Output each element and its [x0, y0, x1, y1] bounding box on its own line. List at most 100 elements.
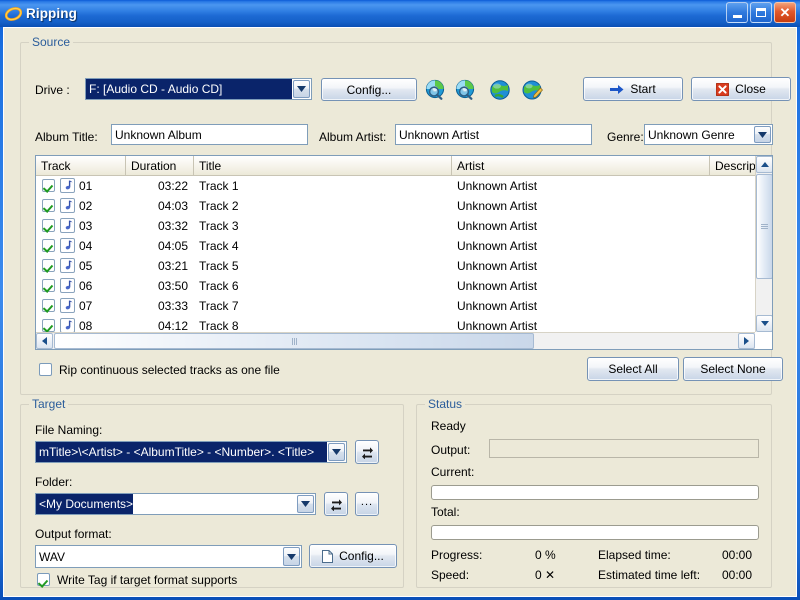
table-row[interactable]: 0303:32Track 3Unknown Artist [36, 216, 772, 236]
scroll-up-button[interactable] [756, 156, 773, 173]
music-note-icon [60, 238, 75, 253]
track-duration: 03:21 [126, 259, 188, 273]
track-list-hscrollbar[interactable] [36, 332, 755, 349]
output-format-combo[interactable]: WAV [35, 545, 302, 568]
minimize-button[interactable] [726, 2, 748, 23]
folder-browse-button[interactable]: ... [355, 492, 379, 516]
close-button[interactable]: Close [691, 77, 791, 101]
track-listview[interactable]: Track Duration Title Artist Descript 01 0… [35, 155, 773, 350]
output-config-label: Config... [339, 549, 384, 563]
rip-continuous-checkbox[interactable] [39, 363, 52, 376]
track-duration: 03:22 [126, 179, 188, 193]
chevron-down-icon [761, 321, 769, 326]
track-checkbox[interactable] [42, 279, 55, 292]
track-number: 02 [79, 199, 92, 213]
source-group-legend: Source [29, 35, 73, 49]
scroll-thumb-vertical[interactable] [756, 174, 773, 279]
track-artist: Unknown Artist [457, 319, 537, 333]
chevron-left-icon [42, 337, 47, 345]
globe-edit-icon[interactable] [522, 79, 544, 101]
column-header-track[interactable]: Track [36, 156, 126, 175]
track-number: 01 [79, 179, 92, 193]
select-all-button[interactable]: Select All [587, 357, 679, 381]
genre-combo-arrow[interactable] [754, 126, 771, 143]
file-naming-label: File Naming: [35, 423, 102, 437]
track-checkbox[interactable] [42, 239, 55, 252]
start-button[interactable]: Start [583, 77, 683, 101]
globe-icon[interactable] [489, 79, 511, 101]
output-config-button[interactable]: Config... [309, 544, 397, 568]
table-row[interactable]: 0503:21Track 5Unknown Artist [36, 256, 772, 276]
file-naming-value: mTitle>\<Artist> - <AlbumTitle> - <Numbe… [36, 442, 327, 462]
scroll-grip-icon [761, 224, 768, 229]
table-row[interactable]: 0603:50Track 6Unknown Artist [36, 276, 772, 296]
scroll-left-button[interactable] [36, 333, 53, 349]
track-checkbox[interactable] [42, 179, 55, 192]
track-title: Track 5 [199, 259, 239, 273]
track-number: 07 [79, 299, 92, 313]
track-title: Track 3 [199, 219, 239, 233]
column-header-description[interactable]: Descript [710, 156, 757, 175]
table-row[interactable]: 0204:03Track 2Unknown Artist [36, 196, 772, 216]
track-title: Track 2 [199, 199, 239, 213]
music-note-icon [60, 298, 75, 313]
column-header-title[interactable]: Title [194, 156, 452, 175]
column-header-artist[interactable]: Artist [452, 156, 710, 175]
select-none-label: Select None [700, 362, 765, 376]
genre-combo[interactable]: Unknown Genre [644, 124, 773, 145]
speed-label: Speed: [431, 568, 469, 582]
music-note-icon [60, 278, 75, 293]
source-group: Source Drive : F: [Audio CD - Audio CD] … [20, 42, 772, 395]
speed-value: 0 ✕ [535, 568, 555, 582]
table-row[interactable]: 0404:05Track 4Unknown Artist [36, 236, 772, 256]
track-duration: 03:32 [126, 219, 188, 233]
column-header-duration[interactable]: Duration [126, 156, 194, 175]
close-window-button[interactable]: ✕ [774, 2, 796, 23]
track-number: 05 [79, 259, 92, 273]
track-checkbox[interactable] [42, 319, 55, 332]
folder-combo-arrow[interactable] [297, 495, 314, 513]
track-checkbox[interactable] [42, 299, 55, 312]
folder-browse-label: ... [361, 496, 373, 508]
close-label: Close [735, 82, 766, 96]
target-group-legend: Target [29, 397, 68, 411]
rip-continuous-label: Rip continuous selected tracks as one fi… [59, 363, 280, 377]
file-naming-combo[interactable]: mTitle>\<Artist> - <AlbumTitle> - <Numbe… [35, 441, 347, 463]
album-artist-input[interactable]: Unknown Artist [395, 124, 592, 145]
scroll-thumb-horizontal[interactable] [54, 333, 534, 349]
track-artist: Unknown Artist [457, 179, 537, 193]
output-format-combo-arrow[interactable] [283, 547, 300, 566]
current-progress-bar [431, 485, 759, 500]
track-duration: 04:05 [126, 239, 188, 253]
file-naming-combo-arrow[interactable] [328, 443, 345, 461]
track-checkbox[interactable] [42, 199, 55, 212]
write-tag-label: Write Tag if target format supports [57, 573, 237, 587]
drive-combo-arrow[interactable] [293, 80, 310, 98]
table-row[interactable]: 0703:33Track 7Unknown Artist [36, 296, 772, 316]
maximize-button[interactable] [750, 2, 772, 23]
folder-swap-button[interactable] [324, 492, 348, 516]
folder-combo[interactable]: <My Documents> [35, 493, 316, 515]
cd-search-alt-icon[interactable] [455, 79, 477, 101]
file-naming-swap-button[interactable] [355, 440, 379, 464]
cd-search-icon[interactable] [425, 79, 447, 101]
track-checkbox[interactable] [42, 259, 55, 272]
select-none-button[interactable]: Select None [683, 357, 783, 381]
drive-config-label: Config... [347, 83, 392, 97]
arrow-right-icon [610, 84, 624, 95]
elapsed-label: Elapsed time: [598, 548, 671, 562]
album-title-input[interactable]: Unknown Album [111, 124, 308, 145]
scroll-down-button[interactable] [756, 315, 773, 332]
drive-combo-value: F: [Audio CD - Audio CD] [86, 79, 292, 99]
output-format-label: Output format: [35, 527, 112, 541]
album-title-value: Unknown Album [115, 128, 202, 142]
track-checkbox[interactable] [42, 219, 55, 232]
drive-combo[interactable]: F: [Audio CD - Audio CD] [85, 78, 312, 100]
scroll-right-button[interactable] [738, 333, 755, 349]
track-list-header: Track Duration Title Artist Descript [36, 156, 772, 176]
drive-config-button[interactable]: Config... [321, 78, 417, 101]
track-list-vscrollbar[interactable] [755, 156, 772, 332]
table-row[interactable]: 0103:22Track 1Unknown Artist [36, 176, 772, 196]
eta-value: 00:00 [722, 568, 752, 582]
write-tag-checkbox[interactable] [37, 573, 50, 586]
